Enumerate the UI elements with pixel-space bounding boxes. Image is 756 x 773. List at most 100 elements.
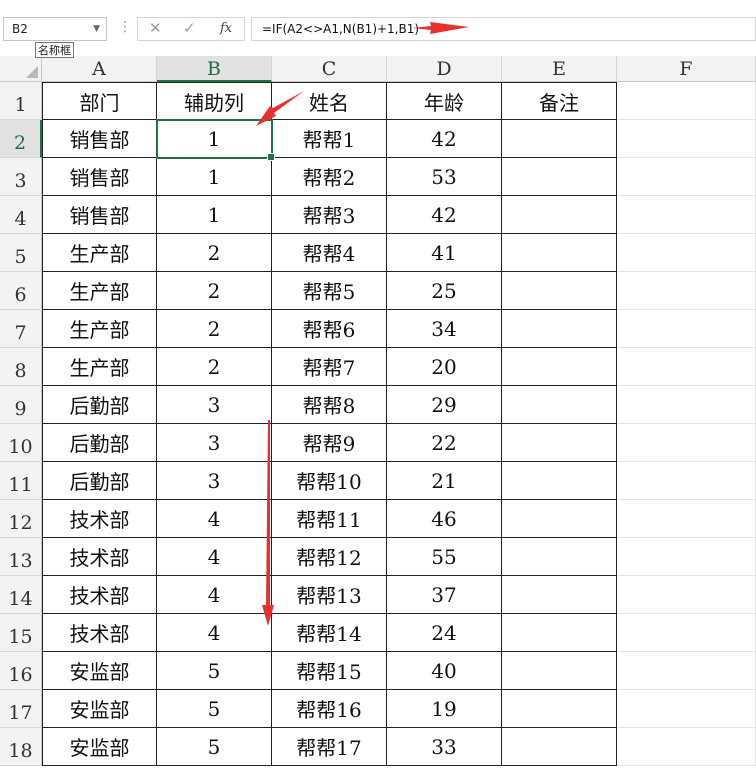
cell-b18[interactable]: 5: [157, 728, 272, 766]
row-header-3[interactable]: 3: [0, 158, 42, 196]
row-header-15[interactable]: 15: [0, 614, 42, 652]
cell-a12[interactable]: 技术部: [42, 500, 157, 538]
more-dots-icon[interactable]: ⋮: [118, 19, 132, 35]
cell-a18[interactable]: 安监部: [42, 728, 157, 766]
cell-d5[interactable]: 41: [387, 234, 502, 272]
cell-c5[interactable]: 帮帮4: [272, 234, 387, 272]
cell-b6[interactable]: 2: [157, 272, 272, 310]
cell-d15[interactable]: 24: [387, 614, 502, 652]
column-header-c[interactable]: C: [272, 56, 387, 82]
row-header-14[interactable]: 14: [0, 576, 42, 614]
cell-c13[interactable]: 帮帮12: [272, 538, 387, 576]
cell-e17[interactable]: [502, 690, 617, 728]
row-header-17[interactable]: 17: [0, 690, 42, 728]
cell-c6[interactable]: 帮帮5: [272, 272, 387, 310]
cell-b8[interactable]: 2: [157, 348, 272, 386]
cell-a14[interactable]: 技术部: [42, 576, 157, 614]
select-all-corner[interactable]: [0, 56, 42, 82]
name-box[interactable]: B2 ▼: [3, 17, 107, 41]
cell-c1[interactable]: 姓名: [272, 82, 387, 120]
cell-f6[interactable]: [617, 272, 756, 310]
cell-a4[interactable]: 销售部: [42, 196, 157, 234]
cell-f10[interactable]: [617, 424, 756, 462]
cell-e13[interactable]: [502, 538, 617, 576]
row-header-1[interactable]: 1: [0, 82, 42, 120]
cell-f3[interactable]: [617, 158, 756, 196]
cell-f9[interactable]: [617, 386, 756, 424]
row-header-6[interactable]: 6: [0, 272, 42, 310]
cell-f17[interactable]: [617, 690, 756, 728]
cell-d2[interactable]: 42: [387, 120, 502, 158]
cell-e5[interactable]: [502, 234, 617, 272]
cell-a6[interactable]: 生产部: [42, 272, 157, 310]
cell-b15[interactable]: 4: [157, 614, 272, 652]
cell-f1[interactable]: [617, 82, 756, 120]
cell-e16[interactable]: [502, 652, 617, 690]
cell-e14[interactable]: [502, 576, 617, 614]
cell-e3[interactable]: [502, 158, 617, 196]
cell-f7[interactable]: [617, 310, 756, 348]
cell-d6[interactable]: 25: [387, 272, 502, 310]
column-header-a[interactable]: A: [42, 56, 157, 82]
cell-d4[interactable]: 42: [387, 196, 502, 234]
cell-c4[interactable]: 帮帮3: [272, 196, 387, 234]
cell-e2[interactable]: [502, 120, 617, 158]
cell-c7[interactable]: 帮帮6: [272, 310, 387, 348]
row-header-5[interactable]: 5: [0, 234, 42, 272]
cell-f4[interactable]: [617, 196, 756, 234]
row-header-13[interactable]: 13: [0, 538, 42, 576]
cell-f14[interactable]: [617, 576, 756, 614]
cell-c8[interactable]: 帮帮7: [272, 348, 387, 386]
cell-f15[interactable]: [617, 614, 756, 652]
cell-c17[interactable]: 帮帮16: [272, 690, 387, 728]
row-header-4[interactable]: 4: [0, 196, 42, 234]
cell-d12[interactable]: 46: [387, 500, 502, 538]
cell-e7[interactable]: [502, 310, 617, 348]
column-header-f[interactable]: F: [617, 56, 756, 82]
row-header-9[interactable]: 9: [0, 386, 42, 424]
cell-b10[interactable]: 3: [157, 424, 272, 462]
column-header-e[interactable]: E: [502, 56, 617, 82]
cell-b5[interactable]: 2: [157, 234, 272, 272]
cell-c18[interactable]: 帮帮17: [272, 728, 387, 766]
row-header-12[interactable]: 12: [0, 500, 42, 538]
cell-b14[interactable]: 4: [157, 576, 272, 614]
cell-b13[interactable]: 4: [157, 538, 272, 576]
cell-a17[interactable]: 安监部: [42, 690, 157, 728]
row-header-11[interactable]: 11: [0, 462, 42, 500]
cell-a11[interactable]: 后勤部: [42, 462, 157, 500]
cell-a13[interactable]: 技术部: [42, 538, 157, 576]
cell-c11[interactable]: 帮帮10: [272, 462, 387, 500]
cell-b11[interactable]: 3: [157, 462, 272, 500]
cell-b17[interactable]: 5: [157, 690, 272, 728]
row-header-18[interactable]: 18: [0, 728, 42, 766]
cell-c14[interactable]: 帮帮13: [272, 576, 387, 614]
cell-e9[interactable]: [502, 386, 617, 424]
cell-e8[interactable]: [502, 348, 617, 386]
cell-e18[interactable]: [502, 728, 617, 766]
row-header-16[interactable]: 16: [0, 652, 42, 690]
cell-d16[interactable]: 40: [387, 652, 502, 690]
cell-e10[interactable]: [502, 424, 617, 462]
cell-d18[interactable]: 33: [387, 728, 502, 766]
cell-c3[interactable]: 帮帮2: [272, 158, 387, 196]
cell-f16[interactable]: [617, 652, 756, 690]
cell-b2[interactable]: 1: [157, 120, 272, 158]
cell-a9[interactable]: 后勤部: [42, 386, 157, 424]
cell-f2[interactable]: [617, 120, 756, 158]
cell-f5[interactable]: [617, 234, 756, 272]
row-header-10[interactable]: 10: [0, 424, 42, 462]
column-header-d[interactable]: D: [387, 56, 502, 82]
cell-c12[interactable]: 帮帮11: [272, 500, 387, 538]
cell-a16[interactable]: 安监部: [42, 652, 157, 690]
cell-f13[interactable]: [617, 538, 756, 576]
cell-e6[interactable]: [502, 272, 617, 310]
cell-d3[interactable]: 53: [387, 158, 502, 196]
cell-f11[interactable]: [617, 462, 756, 500]
cell-b12[interactable]: 4: [157, 500, 272, 538]
cell-b4[interactable]: 1: [157, 196, 272, 234]
cell-c16[interactable]: 帮帮15: [272, 652, 387, 690]
cell-b1[interactable]: 辅助列: [157, 82, 272, 120]
cell-d7[interactable]: 34: [387, 310, 502, 348]
cell-a1[interactable]: 部门: [42, 82, 157, 120]
